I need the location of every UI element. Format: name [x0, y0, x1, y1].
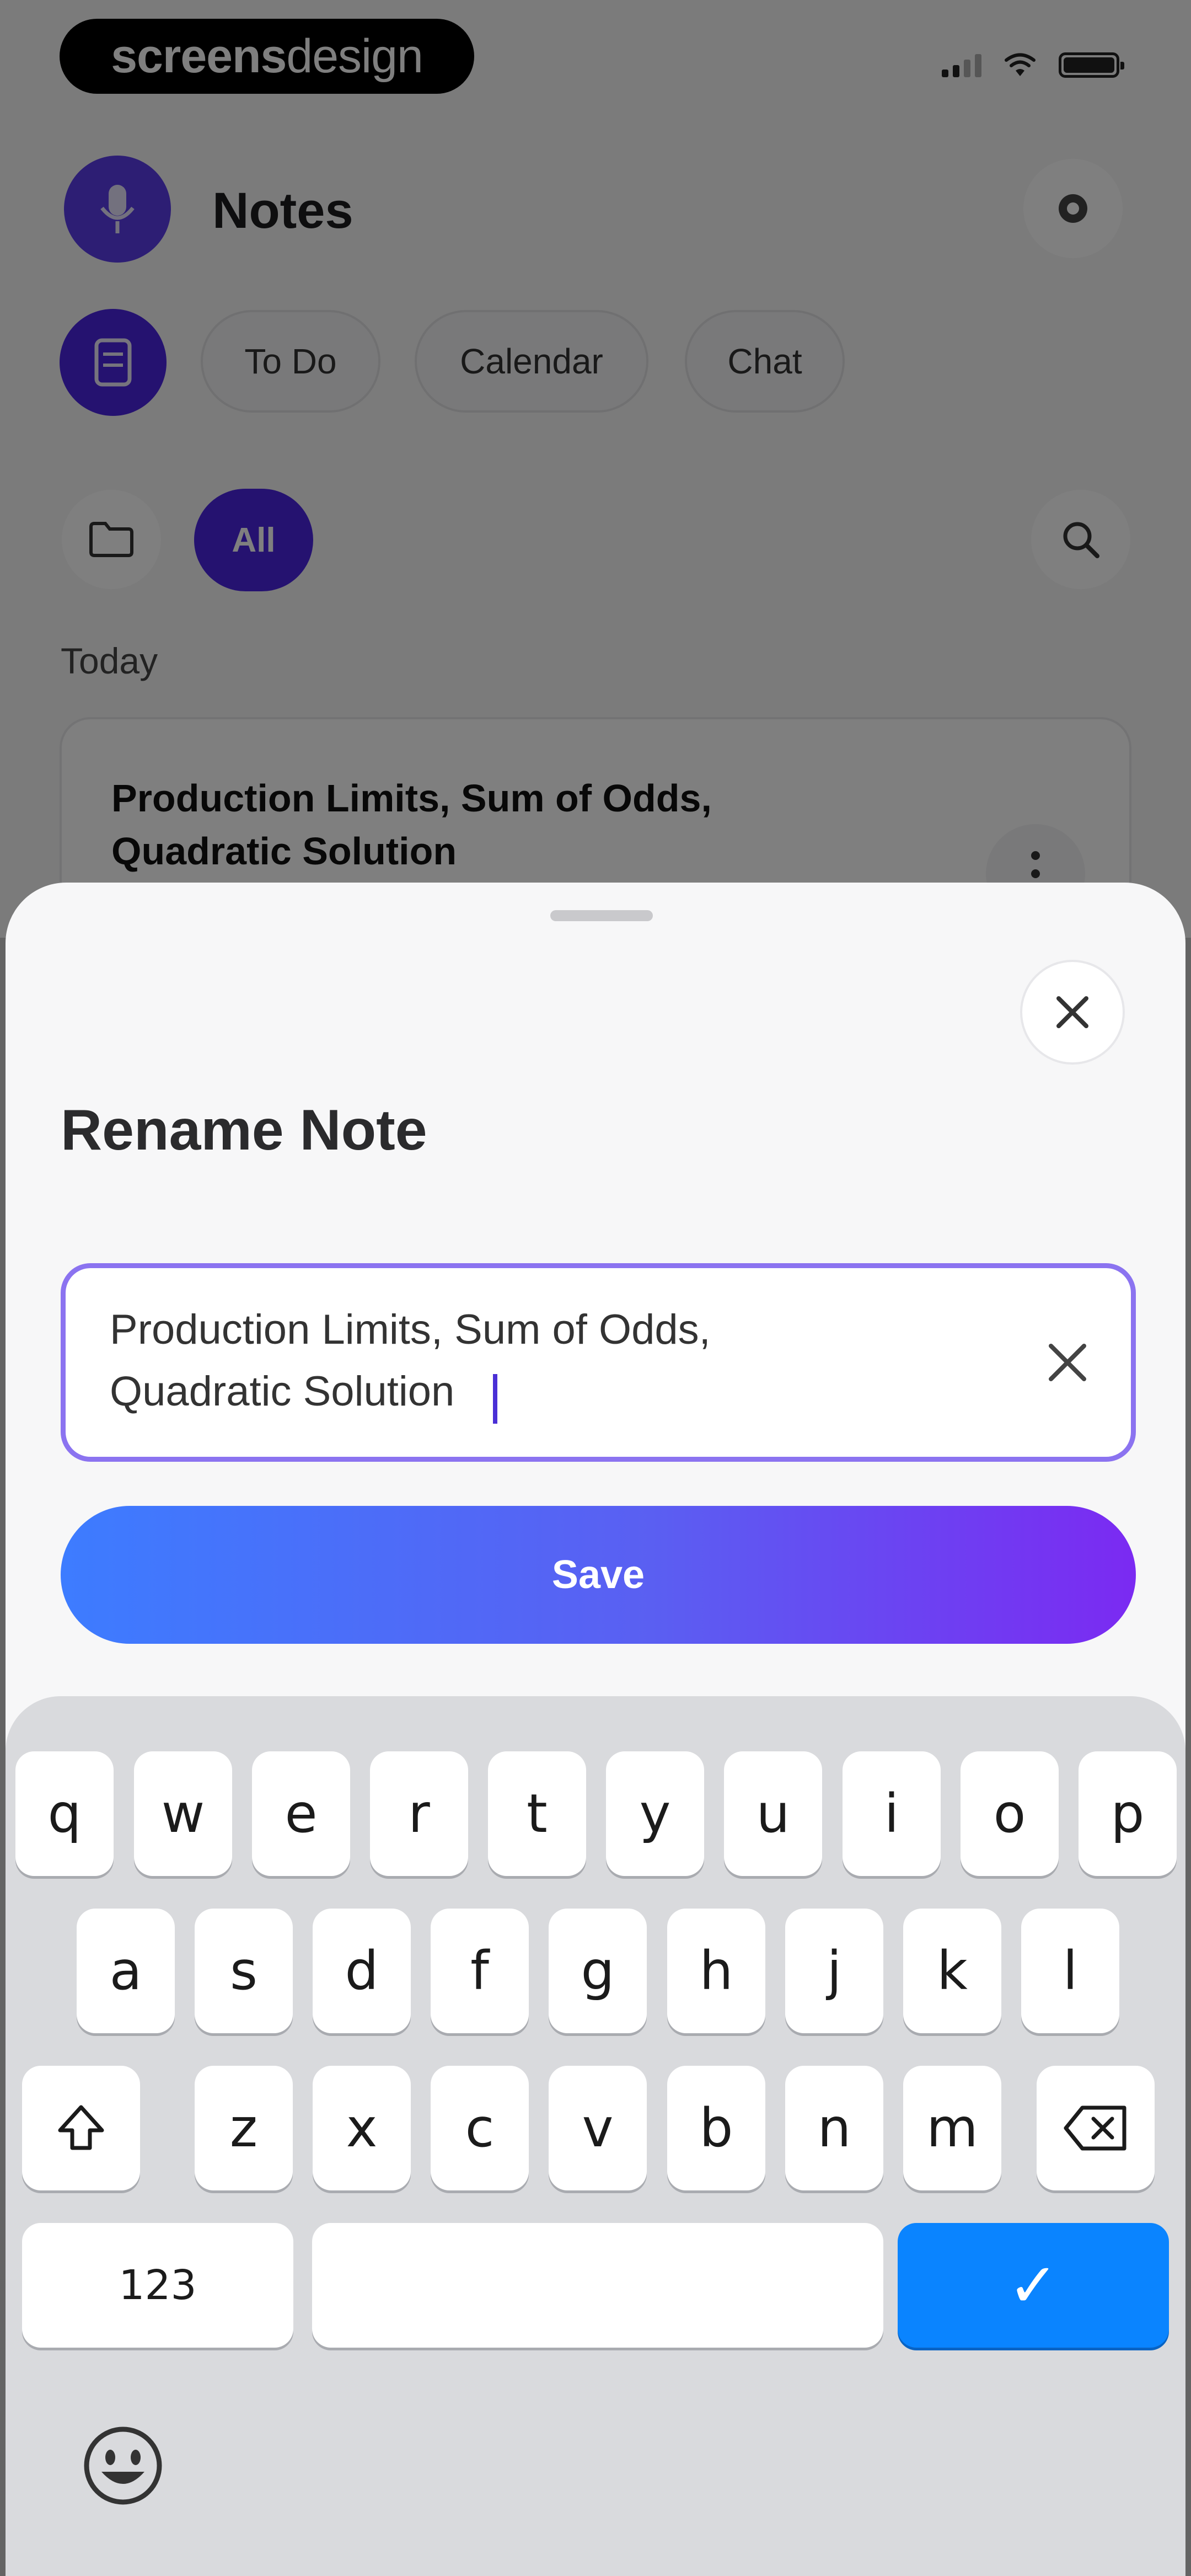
key-x[interactable]: x: [313, 2066, 411, 2190]
key-f[interactable]: f: [431, 1909, 529, 2033]
key-t[interactable]: t: [488, 1751, 586, 1876]
sheet-title: Rename Note: [61, 1098, 427, 1162]
checkmark-icon: ✓: [1007, 2250, 1059, 2321]
emoji-key[interactable]: [76, 2419, 170, 2513]
key-l[interactable]: l: [1021, 1909, 1119, 2033]
clear-input-button[interactable]: [1029, 1324, 1106, 1401]
key-n[interactable]: n: [785, 2066, 883, 2190]
clear-icon: [1049, 1344, 1086, 1381]
key-i[interactable]: i: [843, 1751, 941, 1876]
key-u[interactable]: u: [724, 1751, 822, 1876]
backspace-icon: [1064, 2105, 1126, 2151]
note-name-input[interactable]: [61, 1263, 1136, 1462]
key-y[interactable]: y: [606, 1751, 704, 1876]
key-w[interactable]: w: [134, 1751, 232, 1876]
close-sheet-button[interactable]: [1020, 960, 1125, 1065]
on-screen-keyboard: q w e r t y u i o p a s d f g h j k l z …: [6, 1696, 1185, 2576]
key-q[interactable]: q: [15, 1751, 114, 1876]
key-p[interactable]: p: [1079, 1751, 1177, 1876]
space-key[interactable]: [312, 2223, 883, 2348]
done-key[interactable]: ✓: [898, 2223, 1169, 2348]
key-z[interactable]: z: [195, 2066, 293, 2190]
emoji-icon: [84, 2427, 162, 2505]
delete-key[interactable]: [1037, 2066, 1155, 2190]
save-button[interactable]: Save: [61, 1506, 1136, 1644]
shift-icon: [58, 2105, 104, 2150]
key-a[interactable]: a: [77, 1909, 175, 2033]
sheet-grabber[interactable]: [550, 910, 653, 921]
key-o[interactable]: o: [961, 1751, 1059, 1876]
key-r[interactable]: r: [370, 1751, 468, 1876]
text-caret: [493, 1374, 497, 1424]
key-k[interactable]: k: [903, 1909, 1001, 2033]
key-s[interactable]: s: [195, 1909, 293, 2033]
shift-key[interactable]: [22, 2066, 140, 2190]
key-b[interactable]: b: [667, 2066, 765, 2190]
key-c[interactable]: c: [431, 2066, 529, 2190]
key-v[interactable]: v: [549, 2066, 647, 2190]
numbers-key[interactable]: 123: [22, 2223, 293, 2348]
key-j[interactable]: j: [785, 1909, 883, 2033]
key-d[interactable]: d: [313, 1909, 411, 2033]
key-e[interactable]: e: [252, 1751, 350, 1876]
close-icon: [1056, 996, 1088, 1028]
key-g[interactable]: g: [549, 1909, 647, 2033]
key-h[interactable]: h: [667, 1909, 765, 2033]
key-m[interactable]: m: [903, 2066, 1001, 2190]
